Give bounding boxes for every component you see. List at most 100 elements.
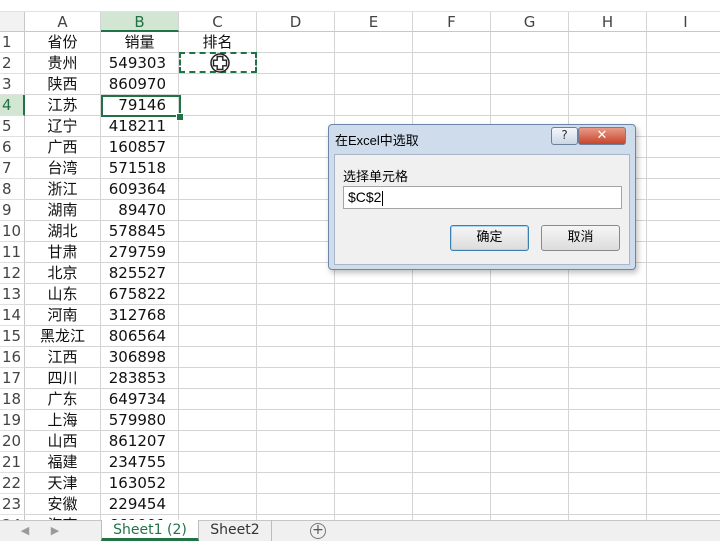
row-header[interactable]: 16 bbox=[0, 347, 25, 368]
cell-a19[interactable]: 上海 bbox=[25, 410, 101, 431]
cell-f15[interactable] bbox=[413, 326, 491, 347]
cell-h2[interactable] bbox=[569, 53, 647, 74]
column-header-i[interactable]: I bbox=[647, 12, 720, 32]
cell-g22[interactable] bbox=[491, 473, 569, 494]
cell-f4[interactable] bbox=[413, 95, 491, 116]
cell-h17[interactable] bbox=[569, 368, 647, 389]
cancel-button[interactable]: 取消 bbox=[541, 225, 620, 251]
cell-d7[interactable] bbox=[257, 158, 335, 179]
cell-c21[interactable] bbox=[179, 452, 257, 473]
cell-c12[interactable] bbox=[179, 263, 257, 284]
cell-e4[interactable] bbox=[335, 95, 413, 116]
row-header[interactable]: 2 bbox=[0, 53, 25, 74]
cell-h4[interactable] bbox=[569, 95, 647, 116]
cell-g16[interactable] bbox=[491, 347, 569, 368]
cell-c8[interactable] bbox=[179, 179, 257, 200]
cell-b14[interactable]: 312768 bbox=[101, 305, 179, 326]
cell-c3[interactable] bbox=[179, 74, 257, 95]
cell-a11[interactable]: 甘肃 bbox=[25, 242, 101, 263]
row-header[interactable]: 4 bbox=[0, 95, 25, 116]
cell-i16[interactable] bbox=[647, 347, 720, 368]
cell-d14[interactable] bbox=[257, 305, 335, 326]
cell-d8[interactable] bbox=[257, 179, 335, 200]
cell-b8[interactable]: 609364 bbox=[101, 179, 179, 200]
cell-a17[interactable]: 四川 bbox=[25, 368, 101, 389]
cell-c13[interactable] bbox=[179, 284, 257, 305]
cell-c16[interactable] bbox=[179, 347, 257, 368]
row-header[interactable]: 15 bbox=[0, 326, 25, 347]
cell-e23[interactable] bbox=[335, 494, 413, 515]
row-header[interactable]: 10 bbox=[0, 221, 25, 242]
cell-i18[interactable] bbox=[647, 389, 720, 410]
cell-i4[interactable] bbox=[647, 95, 720, 116]
row-header[interactable]: 18 bbox=[0, 389, 25, 410]
cell-i22[interactable] bbox=[647, 473, 720, 494]
cell-e17[interactable] bbox=[335, 368, 413, 389]
cell-a14[interactable]: 河南 bbox=[25, 305, 101, 326]
cell-c23[interactable] bbox=[179, 494, 257, 515]
cell-g18[interactable] bbox=[491, 389, 569, 410]
cell-a9[interactable]: 湖南 bbox=[25, 200, 101, 221]
cell-c22[interactable] bbox=[179, 473, 257, 494]
cell-d20[interactable] bbox=[257, 431, 335, 452]
cell-e21[interactable] bbox=[335, 452, 413, 473]
cell-g17[interactable] bbox=[491, 368, 569, 389]
cell-h22[interactable] bbox=[569, 473, 647, 494]
row-header[interactable]: 22 bbox=[0, 473, 25, 494]
cell-a23[interactable]: 安徽 bbox=[25, 494, 101, 515]
cell-d17[interactable] bbox=[257, 368, 335, 389]
cell-c17[interactable] bbox=[179, 368, 257, 389]
cell-d21[interactable] bbox=[257, 452, 335, 473]
cell-d22[interactable] bbox=[257, 473, 335, 494]
help-button[interactable]: ? bbox=[551, 127, 578, 145]
cell-c15[interactable] bbox=[179, 326, 257, 347]
cell-a5[interactable]: 辽宁 bbox=[25, 116, 101, 137]
cell-g13[interactable] bbox=[491, 284, 569, 305]
row-header[interactable]: 12 bbox=[0, 263, 25, 284]
row-header[interactable]: 17 bbox=[0, 368, 25, 389]
cell-g14[interactable] bbox=[491, 305, 569, 326]
cell-e13[interactable] bbox=[335, 284, 413, 305]
scroll-tabs-right-icon[interactable]: ▶ bbox=[46, 521, 64, 541]
cell-d2[interactable] bbox=[257, 53, 335, 74]
cell-h21[interactable] bbox=[569, 452, 647, 473]
cell-g15[interactable] bbox=[491, 326, 569, 347]
tab-sheet2[interactable]: Sheet2 bbox=[199, 520, 272, 541]
cell-d16[interactable] bbox=[257, 347, 335, 368]
cell-f23[interactable] bbox=[413, 494, 491, 515]
cell-c20[interactable] bbox=[179, 431, 257, 452]
cell-b23[interactable]: 229454 bbox=[101, 494, 179, 515]
cell-b21[interactable]: 234755 bbox=[101, 452, 179, 473]
cell-h20[interactable] bbox=[569, 431, 647, 452]
cell-c19[interactable] bbox=[179, 410, 257, 431]
cell-i17[interactable] bbox=[647, 368, 720, 389]
row-header[interactable]: 20 bbox=[0, 431, 25, 452]
tab-sheet1-2[interactable]: Sheet1 (2) bbox=[101, 520, 199, 541]
cell-i20[interactable] bbox=[647, 431, 720, 452]
cell-c10[interactable] bbox=[179, 221, 257, 242]
cell-b7[interactable]: 571518 bbox=[101, 158, 179, 179]
row-header[interactable]: 14 bbox=[0, 305, 25, 326]
cell-f22[interactable] bbox=[413, 473, 491, 494]
cell-c14[interactable] bbox=[179, 305, 257, 326]
cell-h15[interactable] bbox=[569, 326, 647, 347]
row-header[interactable]: 13 bbox=[0, 284, 25, 305]
cell-d6[interactable] bbox=[257, 137, 335, 158]
cell-e3[interactable] bbox=[335, 74, 413, 95]
fill-handle[interactable] bbox=[176, 113, 184, 121]
row-header[interactable]: 23 bbox=[0, 494, 25, 515]
cell-d13[interactable] bbox=[257, 284, 335, 305]
cell-b13[interactable]: 675822 bbox=[101, 284, 179, 305]
cell-f2[interactable] bbox=[413, 53, 491, 74]
cell-d4[interactable] bbox=[257, 95, 335, 116]
cell-i7[interactable] bbox=[647, 158, 720, 179]
row-header[interactable]: 9 bbox=[0, 200, 25, 221]
cell-a13[interactable]: 山东 bbox=[25, 284, 101, 305]
cell-d5[interactable] bbox=[257, 116, 335, 137]
scroll-tabs-left-icon[interactable]: ◀ bbox=[16, 521, 34, 541]
cell-i11[interactable] bbox=[647, 242, 720, 263]
cell-a18[interactable]: 广东 bbox=[25, 389, 101, 410]
cell-i10[interactable] bbox=[647, 221, 720, 242]
cell-e14[interactable] bbox=[335, 305, 413, 326]
cell-g20[interactable] bbox=[491, 431, 569, 452]
